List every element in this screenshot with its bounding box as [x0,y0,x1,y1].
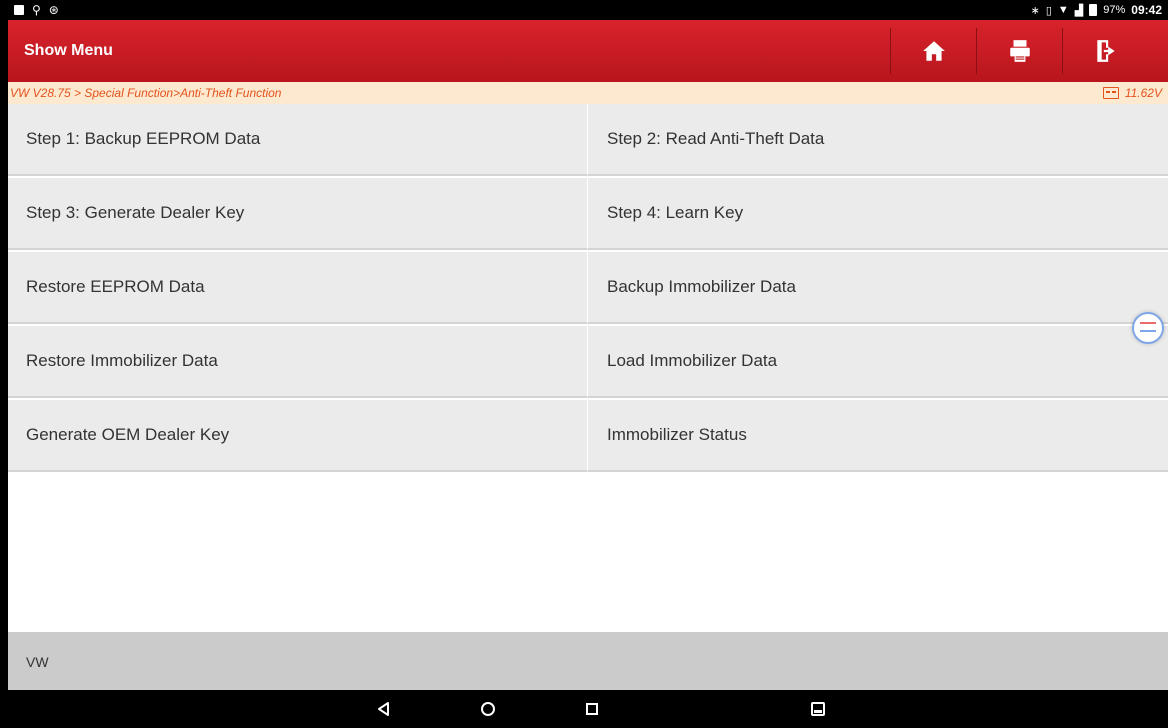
breadcrumb-bar: VW V28.75 > Special Function>Anti-Theft … [8,82,1168,104]
print-button[interactable] [976,28,1062,74]
home-icon [922,41,945,61]
home-circle-icon [481,702,495,716]
car-battery-icon [1102,87,1119,99]
page-title: Show Menu [24,42,113,59]
menu-item-read-anti-theft-data[interactable]: Step 2: Read Anti-Theft Data [588,104,1168,176]
exit-icon [1096,40,1115,62]
exit-button[interactable] [1062,28,1148,74]
menu-item-backup-eeprom-data[interactable]: Step 1: Backup EEPROM Data [8,104,588,176]
settings-icon: ⊛ [48,3,59,17]
print-icon [1009,40,1030,62]
function-menu: Step 1: Backup EEPROM Data Step 2: Read … [8,104,1168,474]
menu-item-generate-dealer-key[interactable]: Step 3: Generate Dealer Key [8,178,588,250]
breadcrumb: VW V28.75 > Special Function>Anti-Theft … [10,86,282,100]
status-bar: ⚲ ⊛ ∗ ▯ ▼ ▟ 97% 09:42 [8,0,1168,20]
menu-item-load-immobilizer-data[interactable]: Load Immobilizer Data [588,326,1168,398]
vehicle-label: VW [26,654,49,670]
usb-icon: ⚲ [32,3,41,17]
wifi-icon: ▼ [1057,4,1069,16]
floating-assistant-icon[interactable] [1132,312,1164,344]
screenshot-icon [811,702,825,716]
bluetooth-icon: ∗ [1030,4,1040,17]
menu-item-immobilizer-status[interactable]: Immobilizer Status [588,400,1168,472]
back-icon [378,702,389,716]
menu-item-learn-key[interactable]: Step 4: Learn Key [588,178,1168,250]
vibrate-icon: ▯ [1045,4,1052,17]
battery-percent: 97% [1103,4,1126,16]
battery-icon [1089,4,1098,16]
screenshot-button[interactable] [808,699,828,719]
recents-icon [586,703,598,715]
footer-bar: VW [8,632,1168,690]
image-icon [14,5,24,15]
voltage-value: 11.62V [1124,86,1162,100]
menu-item-restore-immobilizer-data[interactable]: Restore Immobilizer Data [8,326,588,398]
signal-icon: ▟ [1074,4,1084,17]
home-nav-button[interactable] [478,699,498,719]
navigation-bar [8,690,1168,728]
app-window: ⚲ ⊛ ∗ ▯ ▼ ▟ 97% 09:42 Show Menu VW V28.7… [8,0,1168,728]
menu-row: Step 1: Backup EEPROM Data Step 2: Read … [8,104,1168,178]
recents-button[interactable] [582,699,602,719]
menu-row: Restore EEPROM Data Backup Immobilizer D… [8,252,1168,326]
clock: 09:42 [1131,3,1162,17]
menu-row: Generate OEM Dealer Key Immobilizer Stat… [8,400,1168,474]
app-header: Show Menu [8,20,1168,82]
menu-item-restore-eeprom-data[interactable]: Restore EEPROM Data [8,252,588,324]
menu-row: Step 3: Generate Dealer Key Step 4: Lear… [8,178,1168,252]
voltage-indicator: 11.62V [1102,86,1162,100]
home-button[interactable] [890,28,976,74]
back-button[interactable] [374,699,394,719]
menu-row: Restore Immobilizer Data Load Immobilize… [8,326,1168,400]
menu-item-backup-immobilizer-data[interactable]: Backup Immobilizer Data [588,252,1168,324]
menu-item-generate-oem-dealer-key[interactable]: Generate OEM Dealer Key [8,400,588,472]
